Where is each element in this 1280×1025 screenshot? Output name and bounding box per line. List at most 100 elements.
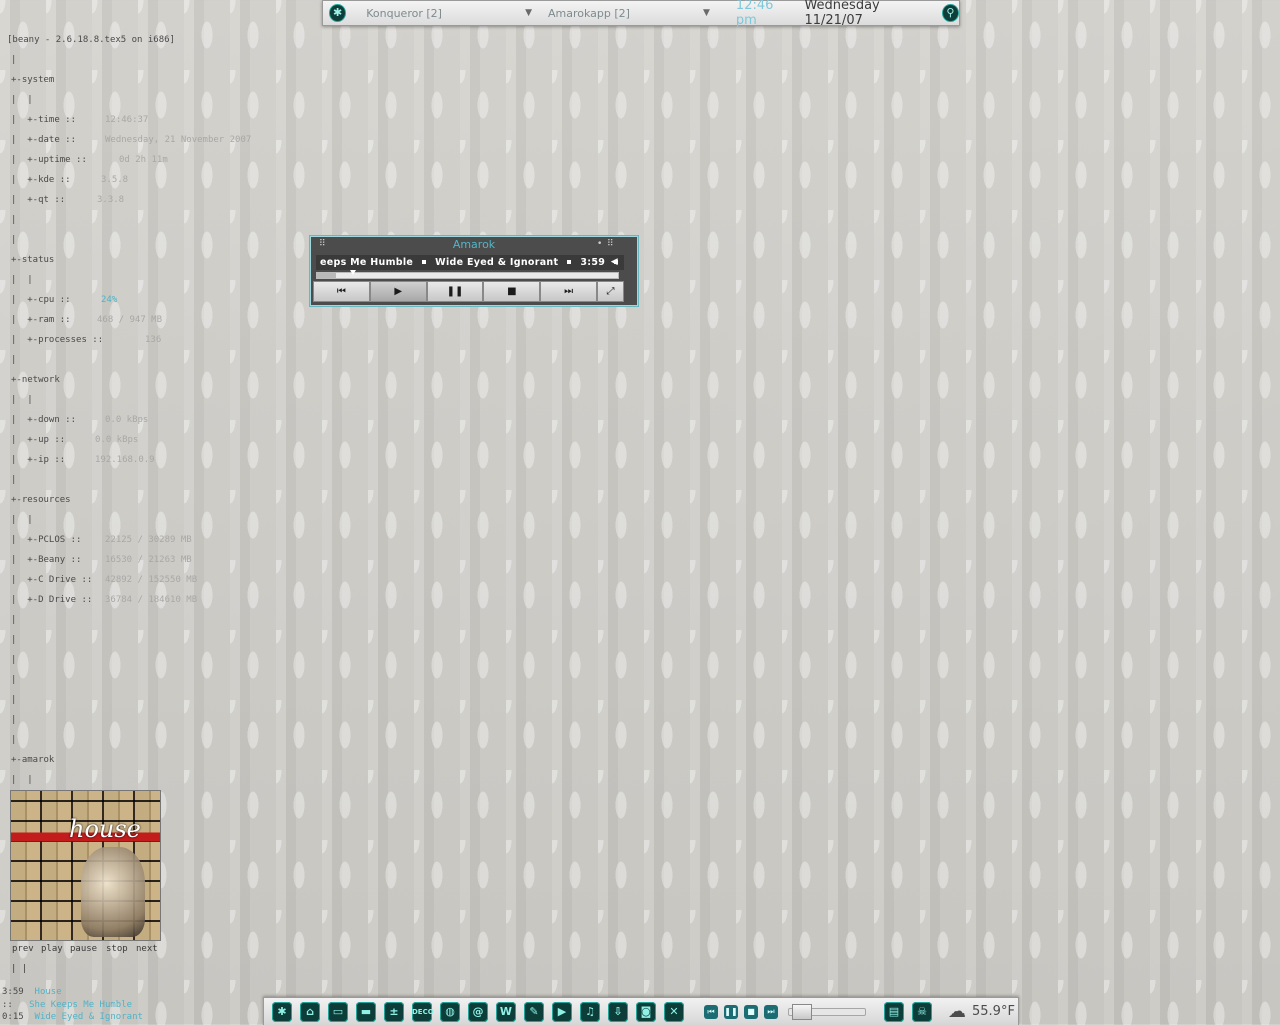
sysinfo-label: | | <box>11 515 33 525</box>
stop-media-icon[interactable]: ■ <box>744 1004 758 1019</box>
previous-icon: ⏮ <box>336 286 346 297</box>
sysinfo-panel: [beany - 2.6.18.8.tex5 on i686] | +-syste… <box>7 30 251 785</box>
search-icon[interactable]: ⚲ <box>941 4 959 22</box>
clock-time[interactable]: 12:46 pm <box>736 0 796 28</box>
office-launcher-icon[interactable]: W <box>496 1001 516 1022</box>
kmenu-icon[interactable]: ✱ <box>329 4 347 22</box>
kmenu-launcher-icon[interactable]: ✱ <box>272 1001 292 1022</box>
sysinfo-label: | +-qt :: <box>11 195 66 205</box>
browser-launcher-icon[interactable]: ◍ <box>440 1001 460 1022</box>
clock-date[interactable]: Wednesday 11/21/07 <box>804 0 935 28</box>
skull-icon[interactable]: ☠ <box>912 1001 932 1022</box>
collapse-arrow-icon: ▼ <box>525 8 532 18</box>
previous-button[interactable]: ⏮ <box>313 281 370 302</box>
sysinfo-line: | +-date :: Wednesday, 21 November 2007 <box>11 130 251 150</box>
sysinfo-line: | +-time :: 12:46:37 <box>11 110 148 130</box>
window-title[interactable]: Amarok <box>311 237 637 253</box>
slider-thumb[interactable] <box>792 1003 812 1020</box>
sysinfo-label: | +-cpu :: <box>11 295 71 305</box>
window-grip-icon[interactable]: ⠿ <box>607 239 614 249</box>
sysinfo-line: | <box>11 210 16 230</box>
play-link[interactable]: play <box>41 944 63 954</box>
sysinfo-line: +-network <box>11 370 60 390</box>
sysinfo-label: | | <box>11 775 33 785</box>
sysinfo-label: | +-PCLOS :: <box>11 535 82 545</box>
expand-button[interactable]: ⤢ <box>596 281 624 302</box>
sysinfo-line: | +-kde :: 3.5.8 <box>11 170 128 190</box>
file-manager-launcher-icon[interactable]: ▭ <box>328 1001 348 1022</box>
progress-bar[interactable] <box>316 270 619 279</box>
sysinfo-line: | <box>11 610 16 630</box>
sysinfo-label: | | <box>11 395 33 405</box>
next-icon: ⏭ <box>564 286 574 297</box>
video-launcher-icon[interactable]: ▶ <box>552 1001 572 1022</box>
stop-link[interactable]: stop <box>106 944 128 954</box>
prev-link[interactable]: prev <box>12 944 34 954</box>
settings-launcher-icon[interactable]: ✕ <box>664 1001 684 1022</box>
music-launcher-icon[interactable]: ♫ <box>580 1001 600 1022</box>
pause-media-icon[interactable]: ❚❚ <box>724 1004 738 1019</box>
camera-launcher-icon[interactable]: ◙ <box>636 1001 656 1022</box>
sysinfo-label: +-amarok <box>11 755 55 765</box>
sysinfo-label: | <box>11 675 17 685</box>
track-scroller: eeps Me Humble Wide Eyed & Ignorant 3:59 ◀ <box>316 255 624 270</box>
downloader-launcher-icon[interactable]: ⇩ <box>608 1001 628 1022</box>
home-launcher-icon[interactable]: ⌂ <box>300 1001 320 1022</box>
volume-slider[interactable] <box>788 1003 866 1020</box>
pause-button[interactable]: ❚❚ <box>426 281 484 302</box>
sysinfo-value: 0.0 kBps <box>95 435 139 445</box>
prev-media-icon[interactable]: ⏮ <box>704 1004 718 1019</box>
sysinfo-value: 136 <box>145 335 162 345</box>
next-button[interactable]: ⏭ <box>540 281 597 302</box>
track-title: She Keeps Me Humble <box>29 999 133 1010</box>
sysinfo-line: | +-D Drive :: 36784 / 184610 MB <box>11 590 197 610</box>
amarok-player: ⠿ Amarok • ⠿ eeps Me Humble Wide Eyed & I… <box>310 236 638 306</box>
sysinfo-line: | <box>11 470 16 490</box>
sysinfo-value: 12:46:37 <box>105 115 149 125</box>
sysinfo-line: | | <box>11 510 33 530</box>
tree-branch: | | <box>11 964 28 974</box>
sysinfo-value: 3.5.8 <box>101 175 129 185</box>
expand-icon: ⤢ <box>606 286 615 297</box>
stop-button[interactable]: ■ <box>483 281 541 302</box>
sysinfo-value: 0.0 kBps <box>105 415 149 425</box>
sysinfo-label: | <box>11 655 17 665</box>
taskbar-item-konqueror[interactable]: Konqueror [2] ▼ <box>366 7 532 20</box>
play-icon: ▶ <box>394 286 403 297</box>
taskbar-item-amarokapp[interactable]: Amarokapp [2] ▼ <box>548 7 710 20</box>
sysinfo-line: | <box>11 230 16 250</box>
sysinfo-line: | <box>11 730 16 750</box>
stop-icon: ■ <box>507 286 517 297</box>
sysinfo-label: +-resources <box>11 495 71 505</box>
minimize-icon[interactable]: • <box>597 239 602 249</box>
clipboard-icon[interactable]: ▤ <box>884 1001 904 1022</box>
volume-icon[interactable]: ◀ <box>611 255 618 270</box>
sysinfo-value: 16530 / 21263 MB <box>105 555 192 565</box>
sysinfo-label: | +-date :: <box>11 135 77 145</box>
sysinfo-line: | | <box>11 390 33 410</box>
pause-link[interactable]: pause <box>70 944 97 954</box>
deco-launcher-icon[interactable]: DECO <box>412 1001 434 1022</box>
sysinfo-line: | <box>11 630 16 650</box>
temperature[interactable]: 55.9°F <box>972 1004 1015 1019</box>
sysinfo-label: | +-down :: <box>11 415 77 425</box>
sysinfo-line: | | <box>11 90 33 110</box>
progress-knob[interactable] <box>350 270 356 275</box>
sysinfo-line: | <box>11 650 16 670</box>
next-media-icon[interactable]: ⏭ <box>764 1004 778 1019</box>
sysinfo-label: +-system <box>11 75 55 85</box>
next-link[interactable]: next <box>136 944 158 954</box>
top-panel: ✱ Konqueror [2] ▼ Amarokapp [2] ▼ 12:46 … <box>322 0 960 28</box>
sysinfo-label: | +-up :: <box>11 435 66 445</box>
cloud-icon[interactable]: ☁ <box>948 1001 966 1022</box>
sysinfo-line: +-amarok <box>11 750 54 770</box>
text-editor-launcher-icon[interactable]: ✎ <box>524 1001 544 1022</box>
email-launcher-icon[interactable]: @ <box>468 1001 488 1022</box>
scroll-length: 3:59 <box>580 257 606 268</box>
play-button[interactable]: ▶ <box>369 281 427 302</box>
pause-icon: ❚❚ <box>446 286 464 297</box>
calculator-launcher-icon[interactable]: ± <box>384 1001 404 1022</box>
sysinfo-label: | <box>11 695 17 705</box>
sysinfo-value: 0d 2h 11m <box>119 155 168 165</box>
terminal-launcher-icon[interactable]: ▬ <box>356 1001 376 1022</box>
